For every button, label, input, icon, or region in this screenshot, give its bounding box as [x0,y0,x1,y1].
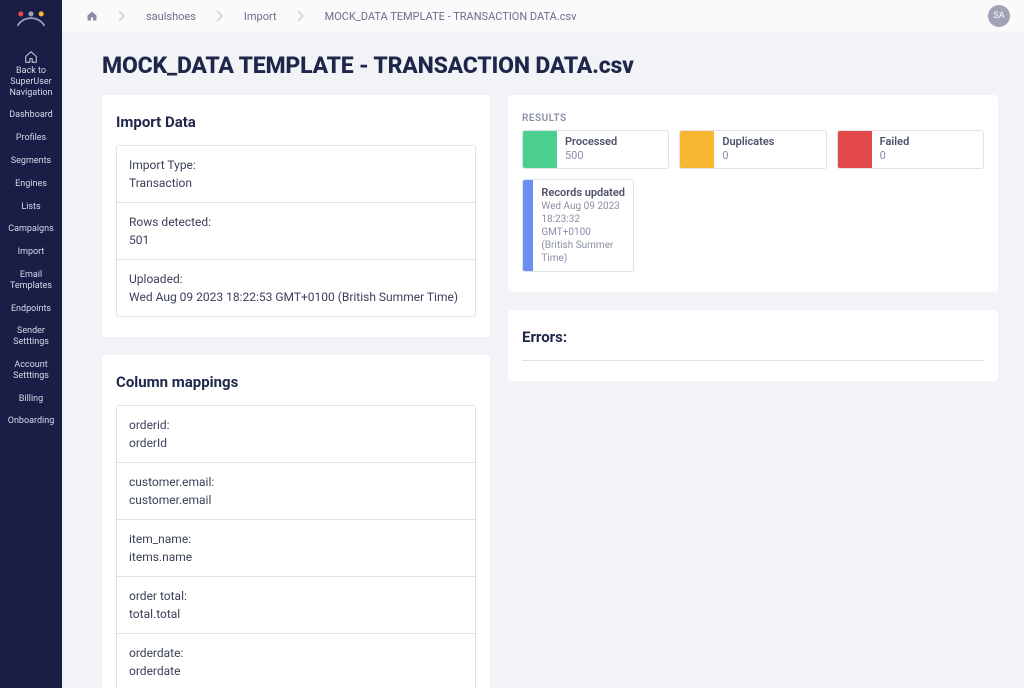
status-bar-failed [838,131,872,168]
sidebar-item-import[interactable]: Import [0,241,62,264]
tile-records-updated: Records updated Wed Aug 09 2023 18:23:32… [522,179,634,272]
mapping-src: item_name: [129,530,463,548]
sidebar-item-segments[interactable]: Segments [0,150,62,173]
errors-heading: Errors: [522,328,984,346]
chevron-right-icon [206,4,234,28]
tile-failed: Failed 0 [837,130,984,169]
rows-detected-label: Rows detected: [129,213,463,231]
sidebar-back[interactable]: Back to SuperUser Navigation [0,44,62,104]
mapping-row: orderdate: orderdate [117,634,475,688]
sidebar: Back to SuperUser Navigation Dashboard P… [0,0,62,688]
mapping-src: customer.email: [129,473,463,491]
mapping-src: order total: [129,587,463,605]
avatar[interactable]: SA [988,5,1010,27]
uploaded-value: Wed Aug 09 2023 18:22:53 GMT+0100 (Briti… [129,288,463,306]
import-type-row: Import Type: Transaction [117,146,475,203]
rows-detected-row: Rows detected: 501 [117,203,475,260]
status-bar-records-updated [523,180,533,271]
breadcrumb-home-icon[interactable] [76,4,108,28]
sidebar-item-onboarding[interactable]: Onboarding [0,410,62,433]
status-bar-processed [523,131,557,168]
import-type-value: Transaction [129,174,463,192]
results-label: RESULTS [522,113,984,124]
mapping-row: order total: total.total [117,577,475,634]
mapping-dst: items.name [129,548,463,566]
tile-records-updated-value: Wed Aug 09 2023 18:23:32 GMT+0100 (Briti… [541,200,625,265]
import-type-label: Import Type: [129,156,463,174]
sidebar-item-dashboard[interactable]: Dashboard [0,104,62,127]
breadcrumb-file: MOCK_DATA TEMPLATE - TRANSACTION DATA.cs… [315,4,587,28]
tile-duplicates-value: 0 [722,149,774,163]
page-title: MOCK_DATA TEMPLATE - TRANSACTION DATA.cs… [102,52,998,79]
tile-processed: Processed 500 [522,130,669,169]
errors-card: Errors: [508,310,998,381]
tile-processed-label: Processed [565,135,617,149]
tile-duplicates-label: Duplicates [722,135,774,149]
mapping-src: orderdate: [129,644,463,662]
sidebar-item-endpoints[interactable]: Endpoints [0,298,62,321]
brand-logo [14,6,48,32]
rows-detected-value: 501 [129,231,463,249]
chevron-right-icon [287,4,315,28]
errors-divider [522,360,984,361]
sidebar-item-campaigns[interactable]: Campaigns [0,218,62,241]
sidebar-item-engines[interactable]: Engines [0,173,62,196]
mapping-dst: orderId [129,434,463,452]
import-data-card: Import Data Import Type: Transaction Row… [102,95,490,337]
mapping-dst: orderdate [129,662,463,680]
sidebar-item-account-settings[interactable]: Account Setttings [0,354,62,388]
mapping-row: customer.email: customer.email [117,463,475,520]
results-card: RESULTS Processed 500 [508,95,998,292]
import-data-heading: Import Data [116,113,476,131]
sidebar-item-profiles[interactable]: Profiles [0,127,62,150]
tile-duplicates: Duplicates 0 [679,130,826,169]
breadcrumb-org[interactable]: saulshoes [136,4,206,28]
breadcrumb: saulshoes Import MOCK_DATA TEMPLATE - TR… [62,0,1024,32]
tile-failed-label: Failed [880,135,910,149]
sidebar-item-sender-settings[interactable]: Sender Setttings [0,320,62,354]
sidebar-item-billing[interactable]: Billing [0,388,62,411]
tile-records-updated-label: Records updated [541,186,625,200]
uploaded-label: Uploaded: [129,270,463,288]
column-mappings-card: Column mappings orderid: orderId custome… [102,355,490,688]
mapping-dst: customer.email [129,491,463,509]
uploaded-row: Uploaded: Wed Aug 09 2023 18:22:53 GMT+0… [117,260,475,316]
mapping-row: orderid: orderId [117,406,475,463]
sidebar-back-label: Back to SuperUser Navigation [10,66,53,98]
mapping-src: orderid: [129,416,463,434]
sidebar-item-lists[interactable]: Lists [0,196,62,219]
mapping-dst: total.total [129,605,463,623]
column-mappings-heading: Column mappings [116,373,476,391]
sidebar-item-email-templates[interactable]: Email Templates [0,264,62,298]
breadcrumb-section[interactable]: Import [234,4,287,28]
tile-failed-value: 0 [880,149,910,163]
tile-processed-value: 500 [565,149,617,163]
status-bar-duplicates [680,131,714,168]
mapping-row: item_name: items.name [117,520,475,577]
chevron-right-icon [108,4,136,28]
